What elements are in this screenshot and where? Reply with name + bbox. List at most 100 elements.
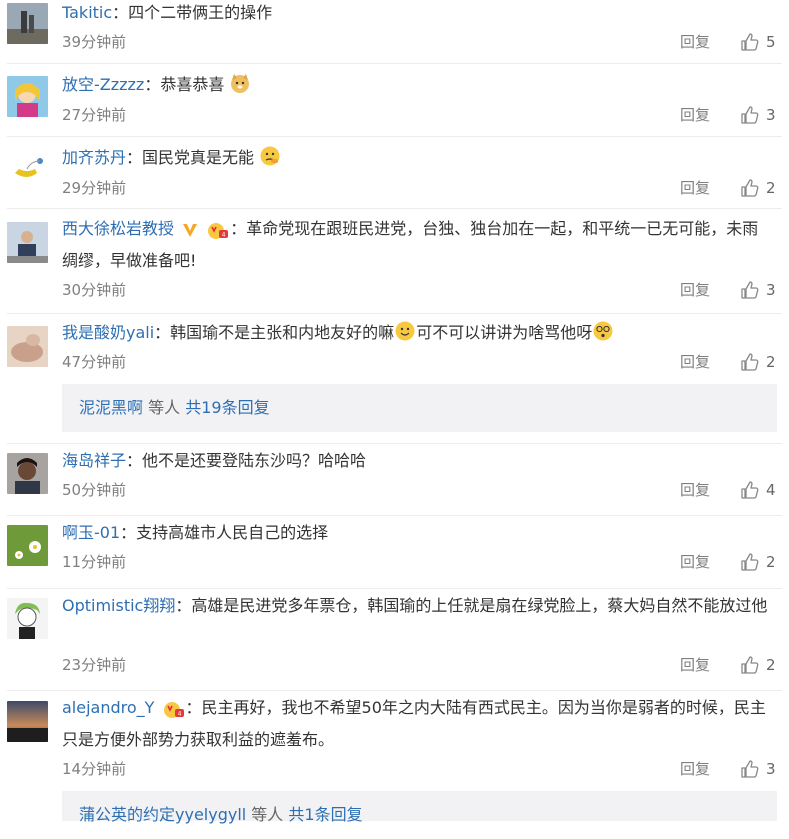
comment-meta: 14分钟前 回复 3 — [62, 757, 777, 781]
comment-item: Takitic：四个二带俩王的操作 39分钟前 回复 5 — [0, 0, 789, 64]
like-button[interactable]: 3 — [740, 278, 789, 302]
reply-button[interactable]: 回复 — [680, 478, 710, 502]
comment-text: 西大徐松岩教授 4 ：革命党现在跟班民进党，台独、独台加在一起，和平统一已无可能，… — [62, 213, 773, 277]
comment-content: ：恭喜恭喜 — [144, 75, 225, 94]
comment-item: 我是酸奶yali：韩国瑜不是主张和内地友好的嘛 可不可以讲讲为啥骂他呀 47分钟前… — [0, 314, 789, 444]
comment-item: Optimistic翔翔：高雄是民进党多年票仓，韩国瑜的上任就是扇在绿党脸上，蔡… — [0, 589, 789, 691]
reply-button[interactable]: 回复 — [680, 350, 710, 374]
comment-item: alejandro_Y 4 ：民主再好，我也不希望50年之内大陆有西式民主。因为当… — [0, 691, 789, 824]
username-link[interactable]: 西大徐松岩教授 — [62, 219, 174, 238]
avatar[interactable] — [7, 3, 48, 44]
subreply-summary[interactable]: 蒲公英的约定yyelygyll 等人 共1条回复 — [62, 791, 777, 824]
avatar[interactable] — [7, 525, 48, 566]
timestamp: 30分钟前 — [62, 281, 127, 299]
reply-button[interactable]: 回复 — [680, 30, 710, 54]
avatar[interactable] — [7, 701, 48, 742]
like-count: 4 — [766, 481, 776, 499]
subreply-names-link[interactable]: 泥泥黑啊 — [79, 398, 143, 417]
like-button[interactable]: 4 — [740, 478, 789, 502]
comment-content-continued: 可不可以讲讲为啥骂他呀 — [416, 323, 593, 342]
comment-content: ：支持高雄市人民自己的选择 — [120, 523, 329, 542]
comment-text: Optimistic翔翔：高雄是民进党多年票仓，韩国瑜的上任就是扇在绿党脸上，蔡… — [62, 590, 773, 622]
username-link[interactable]: Takitic — [62, 3, 112, 22]
comment-meta: 23分钟前 回复 2 — [62, 653, 777, 677]
thinking-emoji-icon — [260, 146, 280, 166]
comment-text: 我是酸奶yali：韩国瑜不是主张和内地友好的嘛 可不可以讲讲为啥骂他呀 — [62, 317, 773, 349]
like-button[interactable]: 3 — [740, 757, 789, 781]
comment-text: 放空-Zzzzz：恭喜恭喜 — [62, 69, 773, 101]
reply-button[interactable]: 回复 — [680, 103, 710, 127]
avatar[interactable] — [7, 149, 48, 190]
reply-button[interactable]: 回复 — [680, 176, 710, 200]
comment-content: ：韩国瑜不是主张和内地友好的嘛 — [154, 323, 395, 342]
like-count: 3 — [766, 106, 776, 124]
timestamp: 29分钟前 — [62, 179, 127, 197]
subreply-summary[interactable]: 泥泥黑啊 等人 共19条回复 — [62, 384, 777, 432]
comment-item: 放空-Zzzzz：恭喜恭喜 27分钟前 回复 3 — [0, 64, 789, 137]
like-button[interactable]: 2 — [740, 350, 789, 374]
subreply-middle-text: 等人 — [246, 805, 289, 824]
like-count: 2 — [766, 179, 776, 197]
thumbs-up-icon — [741, 656, 759, 674]
thumbs-up-icon — [741, 179, 759, 197]
avatar[interactable] — [7, 222, 48, 263]
like-button[interactable]: 3 — [740, 103, 789, 127]
avatar[interactable] — [7, 76, 48, 117]
username-link[interactable]: 加齐苏丹 — [62, 148, 126, 167]
like-count: 2 — [766, 553, 776, 571]
timestamp: 27分钟前 — [62, 106, 127, 124]
timestamp: 23分钟前 — [62, 656, 127, 674]
subreply-total-link[interactable]: 共19条回复 — [185, 398, 269, 417]
timestamp: 14分钟前 — [62, 760, 127, 778]
comment-text: 海岛祥子：他不是还要登陆东沙吗？哈哈哈 — [62, 445, 773, 477]
thumbs-up-icon — [741, 553, 759, 571]
timestamp: 11分钟前 — [62, 553, 127, 571]
like-button[interactable]: 5 — [740, 30, 789, 54]
comment-content: ：高雄是民进党多年票仓，韩国瑜的上任就是扇在绿党脸上，蔡大妈自然不能放过他 — [175, 596, 768, 615]
timestamp: 47分钟前 — [62, 353, 127, 371]
comment-text: Takitic：四个二带俩王的操作 — [62, 0, 773, 29]
reply-button[interactable]: 回复 — [680, 757, 710, 781]
like-count: 2 — [766, 353, 776, 371]
dizzy-emoji-icon — [593, 321, 613, 341]
reply-button[interactable]: 回复 — [680, 653, 710, 677]
comment-meta: 39分钟前 回复 5 — [62, 30, 777, 54]
like-count: 3 — [766, 760, 776, 778]
subreply-middle-text: 等人 — [143, 398, 186, 417]
vip-badge-icon: 4 — [208, 222, 229, 239]
reply-button[interactable]: 回复 — [680, 550, 710, 574]
like-button[interactable]: 2 — [740, 550, 789, 574]
username-link[interactable]: 啊玉-01 — [62, 523, 120, 542]
username-link[interactable]: 海岛祥子 — [62, 451, 126, 470]
username-link[interactable]: alejandro_Y — [62, 698, 154, 717]
thumbs-up-icon — [741, 281, 759, 299]
username-link[interactable]: Optimistic翔翔 — [62, 596, 175, 615]
comment-content: ：他不是还要登陆东沙吗？哈哈哈 — [126, 451, 367, 470]
subreply-total-link[interactable]: 共1条回复 — [288, 805, 362, 824]
doge-emoji-icon — [231, 74, 250, 93]
avatar[interactable] — [7, 598, 48, 639]
like-button[interactable]: 2 — [740, 653, 789, 677]
reply-button[interactable]: 回复 — [680, 278, 710, 302]
thumbs-up-icon — [741, 760, 759, 778]
comment-meta: 11分钟前 回复 2 — [62, 550, 777, 574]
like-button[interactable]: 2 — [740, 176, 789, 200]
comment-text: 啊玉-01：支持高雄市人民自己的选择 — [62, 517, 773, 549]
comment-meta: 47分钟前 回复 2 — [62, 350, 777, 374]
like-count: 3 — [766, 281, 776, 299]
comment-meta: 27分钟前 回复 3 — [62, 103, 777, 127]
comment-meta: 30分钟前 回复 3 — [62, 278, 777, 302]
username-link[interactable]: 我是酸奶yali — [62, 323, 154, 342]
comment-item: 西大徐松岩教授 4 ：革命党现在跟班民进党，台独、独台加在一起，和平统一已无可能，… — [0, 209, 789, 314]
comment-content: ：四个二带俩王的操作 — [112, 3, 273, 22]
svg-text:4: 4 — [222, 231, 226, 238]
subreply-names-link[interactable]: 蒲公英的约定yyelygyll — [79, 805, 246, 824]
comment-text: alejandro_Y 4 ：民主再好，我也不希望50年之内大陆有西式民主。因为当… — [62, 692, 773, 756]
username-link[interactable]: 放空-Zzzzz — [62, 75, 144, 94]
like-count: 5 — [766, 33, 776, 51]
comment-text: 加齐苏丹：国民党真是无能 — [62, 142, 773, 174]
comment-meta: 50分钟前 回复 4 — [62, 478, 777, 502]
avatar[interactable] — [7, 326, 48, 367]
comment-content: ：国民党真是无能 — [126, 148, 255, 167]
avatar[interactable] — [7, 453, 48, 494]
